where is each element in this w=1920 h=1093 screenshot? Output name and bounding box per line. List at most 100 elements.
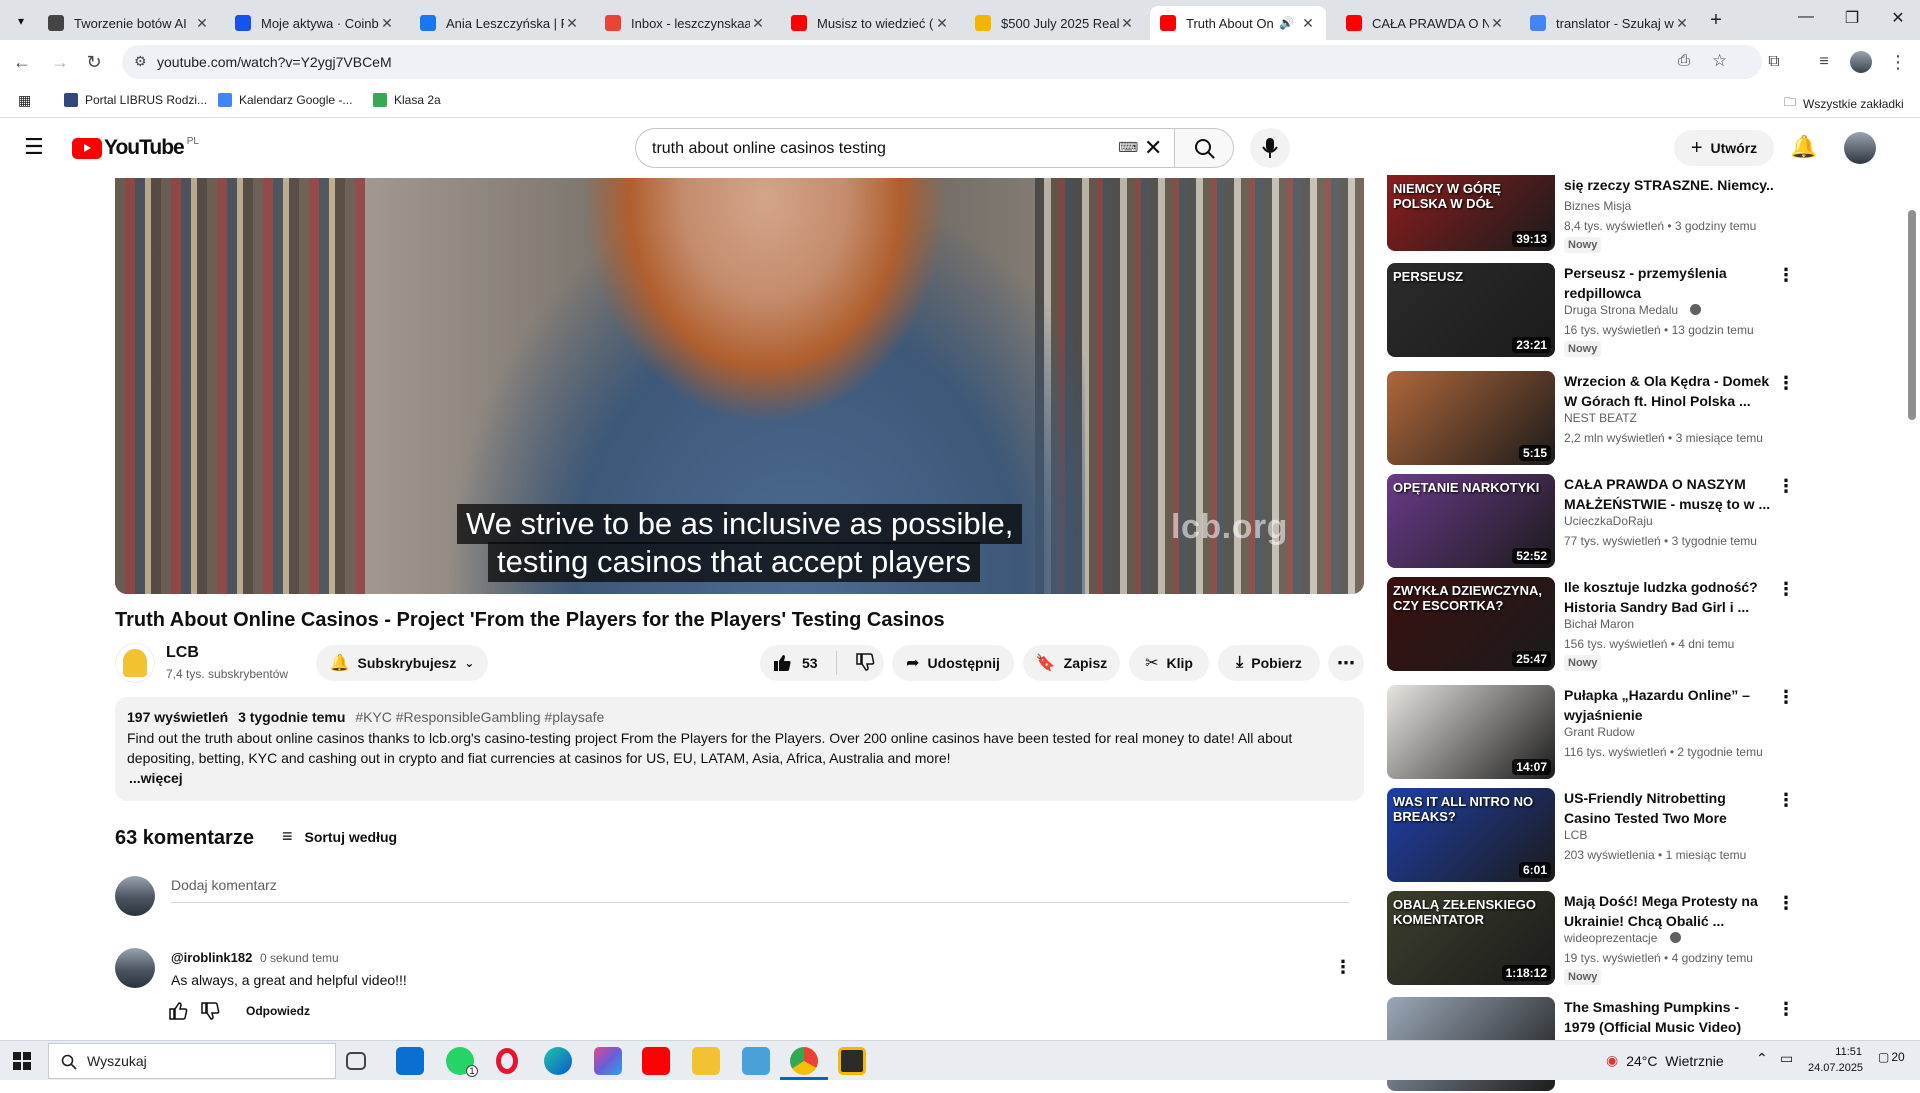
url-text[interactable]: youtube.com/watch?v=Y2ygj7VBCeM — [157, 54, 392, 70]
network-icon[interactable]: ▭ — [1780, 1050, 1793, 1067]
more-actions-button[interactable]: ⋯ — [1328, 645, 1364, 681]
comment-author[interactable]: @iroblink182 — [171, 950, 252, 965]
recommendation-title[interactable]: Ile kosztuje ludzka godność? Historia Sa… — [1564, 577, 1774, 617]
video-player[interactable]: We strive to be as inclusive as possible… — [115, 178, 1364, 594]
recommendation-channel[interactable]: LCB — [1564, 828, 1587, 842]
browser-tab[interactable]: CAŁA PRAWDA O NA ✕ — [1336, 6, 1515, 40]
recommendation-title[interactable]: Wrzecion & Ola Kędra - Domek W Górach ft… — [1564, 371, 1774, 411]
weather-widget[interactable]: ◉ 24°C Wietrznie — [1606, 1052, 1724, 1069]
comment-like-button[interactable] — [168, 1001, 188, 1026]
description-box[interactable]: 197 wyświetleń 3 tygodnie temu #KYC #Res… — [115, 697, 1364, 801]
keyboard-icon[interactable]: ⌨ — [1118, 139, 1138, 156]
file-explorer-icon[interactable] — [692, 1047, 720, 1075]
save-button[interactable]: 🔖 Zapisz — [1023, 645, 1120, 681]
browser-tab[interactable]: Inbox - leszczynskaan ✕ — [595, 6, 776, 40]
video-thumbnail[interactable]: OBALĄ ZEŁENSKIEGO KOMENTATOR 1:18:12 — [1387, 891, 1555, 985]
video-thumbnail[interactable]: OPĘTANIE NARKOTYKI 52:52 — [1387, 474, 1555, 568]
recommendation-menu-icon[interactable]: ⋮ — [1774, 999, 1798, 1023]
media-app-icon[interactable] — [838, 1047, 866, 1075]
recommendation-title[interactable]: Perseusz - przemyślenia redpillowca — [1564, 263, 1774, 303]
profile-avatar[interactable] — [1850, 51, 1872, 73]
restore-button[interactable]: ❐ — [1832, 8, 1872, 32]
tab-close-icon[interactable]: ✕ — [194, 15, 210, 32]
recommendation-item[interactable]: OPĘTANIE NARKOTYKI 52:52 CAŁA PRAWDA O NAS… — [1387, 474, 1907, 570]
media-control-icon[interactable]: ≡ — [1812, 50, 1836, 74]
recommendation-channel[interactable]: Bichał Maron — [1564, 617, 1634, 631]
browser-menu-icon[interactable]: ⋮ — [1886, 50, 1910, 74]
minimize-button[interactable]: — — [1786, 8, 1826, 32]
store-icon[interactable] — [396, 1047, 424, 1075]
bookmark-star-icon[interactable]: ☆ — [1712, 51, 1727, 71]
recommendation-channel[interactable]: wideoprezentacje — [1564, 931, 1657, 945]
browser-tab[interactable]: Moje aktywa · Coinba ✕ — [225, 6, 405, 40]
channel-name[interactable]: LCB — [166, 644, 199, 662]
browser-tab[interactable]: Musisz to wiedzieć (1 ✕ — [781, 6, 960, 40]
address-bar[interactable]: ⚙ youtube.com/watch?v=Y2ygj7VBCeM ⎙ ☆ — [122, 45, 1762, 79]
comment-author-avatar[interactable] — [115, 948, 155, 988]
recommendation-channel[interactable]: Grant Rudow — [1564, 725, 1635, 739]
sidebar-scrollbar[interactable] — [1908, 210, 1916, 420]
youtube-logo[interactable]: YouTube PL — [72, 136, 199, 160]
recommendation-item[interactable]: PERSEUSZ 23:21 Perseusz - przemyślenia red… — [1387, 263, 1907, 359]
tab-close-icon[interactable]: ✕ — [1300, 15, 1316, 32]
recommendation-title[interactable]: The Smashing Pumpkins - 1979 (Official M… — [1564, 997, 1774, 1037]
recommendation-item[interactable]: NIEMCY W GÓRĘ POLSKA W DÓŁ 39:13 się rzecz… — [1387, 155, 1907, 253]
download-button[interactable]: ⤓ Pobierz — [1218, 645, 1320, 681]
recommendation-channel[interactable]: Biznes Misja — [1564, 199, 1631, 213]
recommendation-menu-icon[interactable]: ⋮ — [1774, 790, 1798, 814]
recommendation-menu-icon[interactable]: ⋮ — [1774, 476, 1798, 500]
install-app-icon[interactable]: ⎙ — [1678, 52, 1690, 69]
browser-tab[interactable]: translator - Szukaj w ✕ — [1520, 6, 1700, 40]
search-input[interactable]: truth about online casinos testing ⌨ ✕ — [635, 128, 1174, 168]
search-button[interactable] — [1174, 128, 1234, 168]
bookmark-google-calendar[interactable]: Kalendarz Google -... — [218, 93, 352, 107]
clip-button[interactable]: ✂ Klip — [1129, 645, 1209, 681]
browser-tab[interactable]: Tworzenie botów AI ✕ — [38, 6, 220, 40]
recommendation-channel[interactable]: UcieczkaDoRaju — [1564, 514, 1653, 528]
browser-tab[interactable]: Ania Leszczyńska | Fa ✕ — [410, 6, 590, 40]
voice-search-button[interactable] — [1250, 128, 1290, 168]
dislike-button[interactable] — [855, 652, 875, 675]
share-button[interactable]: ➦ Udostępnij — [892, 645, 1014, 681]
tab-close-icon[interactable]: ✕ — [750, 15, 766, 32]
all-bookmarks[interactable]: 🗀 Wszystkie zakładki — [1784, 93, 1904, 114]
tab-search-button[interactable]: ▾ — [10, 10, 32, 32]
recommendation-item[interactable]: 14:07 Pułapka „Hazardu Online” – wyjaśnie… — [1387, 685, 1907, 781]
edge-icon[interactable] — [544, 1047, 572, 1075]
notification-center-icon[interactable]: ▢ 20 — [1878, 1050, 1905, 1064]
reload-button[interactable]: ↻ — [82, 50, 106, 74]
recommendation-item[interactable]: 5:15 Wrzecion & Ola Kędra - Domek W Górac… — [1387, 371, 1907, 467]
video-thumbnail[interactable]: NIEMCY W GÓRĘ POLSKA W DÓŁ 39:13 — [1387, 175, 1555, 251]
taskbar-search-input[interactable]: Wyszukaj — [48, 1043, 336, 1079]
show-more-link[interactable]: ...więcej — [129, 770, 183, 786]
tab-close-icon[interactable]: ✕ — [1119, 15, 1135, 32]
tab-close-icon[interactable]: ✕ — [1489, 15, 1505, 32]
back-button[interactable]: ← — [10, 50, 34, 74]
like-button[interactable]: 53 — [772, 653, 818, 673]
comment-dislike-button[interactable] — [200, 1001, 220, 1026]
task-view-icon[interactable] — [346, 1052, 366, 1070]
new-tab-button[interactable]: + — [1702, 6, 1730, 34]
browser-tab[interactable]: $500 July 2025 Real C✕ — [965, 6, 1145, 40]
video-thumbnail[interactable]: 5:15 — [1387, 371, 1555, 465]
recommendation-item[interactable]: WAS IT ALL NITRO NO BREAKS? 6:01 US-Friend… — [1387, 788, 1907, 884]
video-thumbnail[interactable]: ZWYKŁA DZIEWCZYNA, CZY ESCORTKA? 25:47 — [1387, 577, 1555, 671]
comment-menu-icon[interactable]: ⋮ — [1334, 957, 1352, 978]
tab-audio-icon[interactable]: 🔊 — [1279, 16, 1294, 30]
screen-app-icon[interactable] — [742, 1047, 770, 1075]
sort-comments-button[interactable]: ≡ Sortuj według — [282, 826, 397, 847]
forward-button[interactable]: → — [48, 50, 72, 74]
recommendation-title[interactable]: CAŁA PRAWDA O NASZYM MAŁŻEŃSTWIE - muszę… — [1564, 474, 1774, 514]
guide-menu-icon[interactable]: ☰ — [24, 136, 46, 158]
close-window-button[interactable]: ✕ — [1878, 8, 1918, 32]
opera-icon[interactable] — [496, 1048, 518, 1074]
video-thumbnail[interactable]: WAS IT ALL NITRO NO BREAKS? 6:01 — [1387, 788, 1555, 882]
recommendation-item[interactable]: OBALĄ ZEŁENSKIEGO KOMENTATOR 1:18:12 Mają … — [1387, 891, 1907, 987]
video-thumbnail[interactable]: PERSEUSZ 23:21 — [1387, 263, 1555, 357]
extensions-icon[interactable]: ⧉ — [1762, 50, 1786, 74]
recommendation-menu-icon[interactable]: ⋮ — [1774, 373, 1798, 397]
add-comment-input[interactable]: Dodaj komentarz — [171, 877, 1349, 903]
subscribe-button[interactable]: 🔔 Subskrybujesz ⌄ — [316, 645, 488, 681]
tray-chevron-icon[interactable]: ⌃ — [1756, 1050, 1768, 1067]
channel-avatar[interactable] — [115, 643, 155, 683]
